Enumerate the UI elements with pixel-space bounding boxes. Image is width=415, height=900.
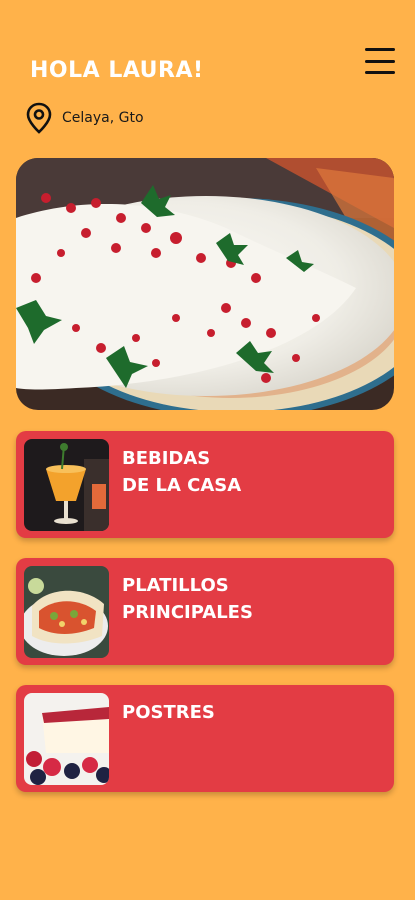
location-row[interactable]: Celaya, Gto (26, 102, 144, 134)
location-text: Celaya, Gto (62, 110, 144, 126)
bebidas-thumbnail (24, 439, 109, 531)
category-label: POSTRES (122, 702, 215, 723)
platillos-thumbnail (24, 566, 109, 658)
category-card-postres[interactable]: POSTRES (16, 685, 394, 792)
category-card-platillos[interactable]: PLATILLOS PRINCIPALES (16, 558, 394, 665)
postres-thumbnail (24, 693, 109, 785)
map-pin-icon (26, 102, 52, 134)
category-label: PLATILLOS PRINCIPALES (122, 575, 253, 623)
greeting-title: HOLA LAURA! (30, 58, 204, 83)
hamburger-menu-icon[interactable] (365, 48, 395, 74)
category-label: BEBIDAS DE LA CASA (122, 448, 242, 496)
category-card-bebidas[interactable]: BEBIDAS DE LA CASA (16, 431, 394, 538)
hero-dish-image (16, 158, 394, 410)
